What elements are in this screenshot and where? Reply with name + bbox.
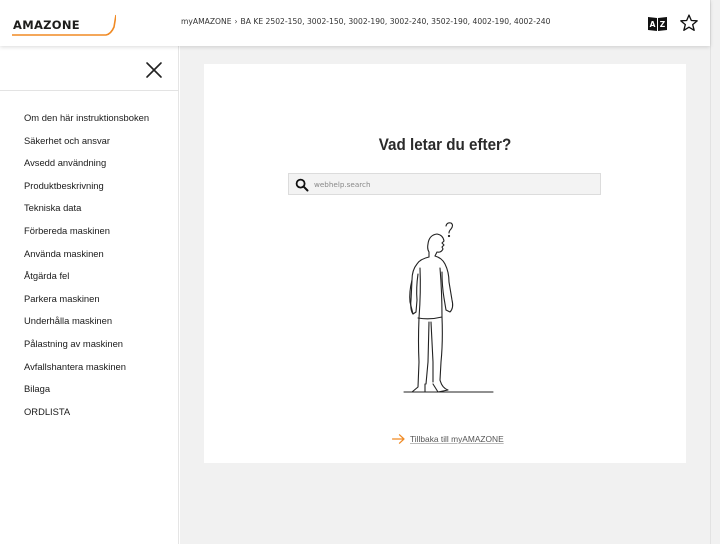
amazone-logo[interactable]: AMAZONE [10,13,116,37]
sidebar-item[interactable]: Säkerhet och ansvar [24,135,149,158]
back-link-label: Tillbaka till myAMAZONE [410,434,504,444]
back-to-myamazone-link[interactable]: Tillbaka till myAMAZONE [392,432,504,446]
sidebar-item[interactable]: Tekniska data [24,202,149,225]
close-icon[interactable] [144,60,164,80]
sidebar-item[interactable]: Åtgärda fel [24,270,149,293]
sidebar-header [0,46,179,91]
sidebar-item[interactable]: Avfallshantera maskinen [24,361,149,384]
breadcrumb: myAMAZONE › BA KE 2502-150, 3002-150, 3002… [181,17,550,26]
sidebar: Om den här instruktionsboken Säkerhet oc… [0,46,179,544]
sidebar-item[interactable]: Produktbeskrivning [24,180,149,203]
top-header: AMAZONE myAMAZONE › BA KE 2502-150, 3002-1… [0,0,710,46]
page-scrollbar[interactable] [710,0,720,544]
arrow-right-icon [392,434,405,444]
page-title: Vad letar du efter? [378,136,512,154]
sidebar-item[interactable]: Använda maskinen [24,248,149,271]
star-icon[interactable] [678,12,700,34]
search-input[interactable] [314,176,594,193]
sidebar-item[interactable]: Förbereda maskinen [24,225,149,248]
breadcrumb-separator: › [234,17,238,26]
search-card: Vad letar du efter? webhelp.search Tillb… [204,64,686,463]
search-icon [295,178,309,192]
sidebar-nav: Om den här instruktionsboken Säkerhet oc… [24,112,149,428]
sidebar-item[interactable]: Bilaga [24,383,149,406]
sidebar-item[interactable]: Avsedd användning [24,157,149,180]
logo-text: AMAZONE [13,18,80,32]
sidebar-item[interactable]: Underhålla maskinen [24,315,149,338]
sidebar-item[interactable]: ORDLISTA [24,406,149,429]
person-question-illustration [398,222,494,397]
breadcrumb-root-link[interactable]: myAMAZONE [181,17,232,26]
breadcrumb-current: BA KE 2502-150, 3002-150, 3002-190, 3002… [240,17,551,26]
search-box[interactable] [288,173,601,195]
glossary-icon[interactable]: A Z [646,12,668,34]
svg-text:A: A [649,20,655,29]
sidebar-item[interactable]: Om den här instruktionsboken [24,112,149,135]
main-area: Vad letar du efter? webhelp.search Tillb… [180,46,710,544]
svg-text:Z: Z [659,20,665,29]
sidebar-item[interactable]: Pålastning av maskinen [24,338,149,361]
sidebar-item[interactable]: Parkera maskinen [24,293,149,316]
